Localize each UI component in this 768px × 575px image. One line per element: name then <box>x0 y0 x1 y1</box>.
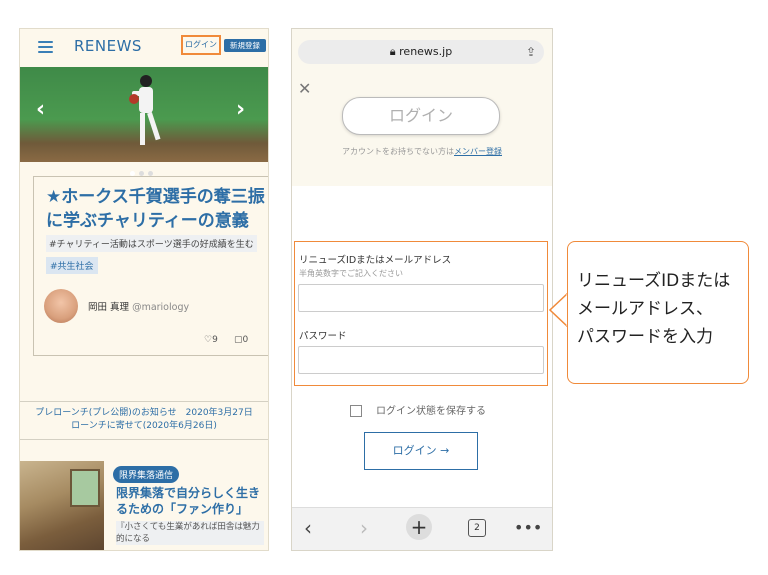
member-register-link[interactable]: メンバー登録 <box>454 147 502 156</box>
featured-article-card[interactable]: ★ホークス千賀選手の奪三振に学ぶチャリティーの意義 #チャリティー活動はスポーツ… <box>33 176 268 356</box>
notice-block[interactable]: プレローンチ(プレ公開)のお知らせ 2020年3月27日 ローンチに寄せて(20… <box>20 407 268 433</box>
article-tag-badge[interactable]: #共生社会 <box>46 257 98 274</box>
account-prompt: アカウントをお持ちでない方はメンバー登録 <box>292 146 552 157</box>
hamburger-menu-icon[interactable] <box>38 41 53 53</box>
author-handle: @mariology <box>132 302 190 313</box>
divider <box>20 439 268 440</box>
remember-checkbox[interactable] <box>350 405 362 417</box>
callout-line-2: メールアドレス、 <box>577 299 713 319</box>
browser-address-bar[interactable]: 🔒︎ renews.jp ⇪ <box>298 40 544 64</box>
comment-bubble-icon: ▢ <box>234 335 243 345</box>
carousel-prev-icon[interactable]: ‹ <box>36 97 45 122</box>
url-display: 🔒︎ renews.jp <box>298 40 544 64</box>
login-title-pill: ログイン <box>342 97 500 135</box>
comment-count-value: 0 <box>242 335 249 345</box>
browser-bottom-toolbar: ‹ › + 2 ••• <box>292 507 552 550</box>
callout-line-1: リニューズIDまたは <box>577 271 731 291</box>
login-submit-button[interactable]: ログイン → <box>364 432 478 470</box>
instruction-callout: リニューズIDまたは メールアドレス、 パスワードを入力 <box>567 241 749 384</box>
baseball-player-image <box>129 75 161 145</box>
notice-line-2[interactable]: ローンチに寄せて(2020年6月26日) <box>20 420 268 433</box>
tabs-count-icon[interactable]: 2 <box>468 519 486 537</box>
credentials-highlight-box: リニューズIDまたはメールアドレス 半角英数字でご記入ください パスワード <box>294 241 548 386</box>
second-article-thumbnail[interactable] <box>20 461 104 550</box>
header-login-link[interactable]: ログイン <box>181 35 221 55</box>
forward-arrow-icon[interactable]: › <box>360 516 368 540</box>
url-text: renews.jp <box>399 45 453 58</box>
password-field-label: パスワード <box>299 331 347 342</box>
article-title[interactable]: ★ホークス千賀選手の奪三振に学ぶチャリティーの意義 <box>46 185 268 233</box>
comment-count[interactable]: ▢0 <box>234 335 248 345</box>
remember-label: ログイン状態を保存する <box>376 406 486 417</box>
author-name: 岡田 真理 <box>88 302 130 313</box>
password-input[interactable] <box>298 346 544 374</box>
id-field-hint: 半角英数字でご記入ください <box>299 269 403 278</box>
like-count-value: 9 <box>212 335 218 345</box>
close-icon[interactable]: ✕ <box>298 79 311 98</box>
header-register-button[interactable]: 新規登録 <box>224 39 266 52</box>
left-phone-screen: RENEWS ログイン 新規登録 ‹ › ★ホークス千賀選手の奪三振に学ぶチャリ… <box>19 28 269 551</box>
site-logo[interactable]: RENEWS <box>74 37 142 55</box>
author-avatar[interactable] <box>44 289 78 323</box>
article-tag-text[interactable]: #チャリティー活動はスポーツ選手の好成績を生む <box>46 235 257 252</box>
callout-line-3: パスワードを入力 <box>577 327 713 347</box>
author-line[interactable]: 岡田 真理 @mariology <box>88 299 189 313</box>
back-arrow-icon[interactable]: ‹ <box>304 516 312 540</box>
more-menu-icon[interactable]: ••• <box>514 518 542 537</box>
share-icon[interactable]: ⇪ <box>526 45 536 59</box>
lock-icon: 🔒︎ <box>389 45 400 58</box>
category-badge[interactable]: 限界集落通信 <box>113 466 180 483</box>
callout-pointer <box>549 291 569 329</box>
hero-carousel-image[interactable]: ‹ › <box>20 67 268 162</box>
callout-text: リニューズIDまたは メールアドレス、 パスワードを入力 <box>577 267 749 351</box>
id-email-input[interactable] <box>298 284 544 312</box>
remember-login-option[interactable]: ログイン状態を保存する <box>350 402 486 417</box>
new-tab-plus-icon[interactable]: + <box>406 514 432 540</box>
like-count[interactable]: ♡9 <box>204 335 218 345</box>
second-article-title[interactable]: 限界集落で自分らしく生きるための「ファン作り」 <box>116 485 266 517</box>
id-field-label: リニューズIDまたはメールアドレス <box>299 255 452 266</box>
heart-icon: ♡ <box>204 335 213 345</box>
second-article-subtitle: 『小さくても生業があれば田舎は魅力的になる <box>116 521 264 545</box>
divider <box>20 401 268 402</box>
right-phone-screen: 🔒︎ renews.jp ⇪ ✕ ログイン アカウントをお持ちでない方はメンバー… <box>291 28 553 551</box>
account-prompt-text: アカウントをお持ちでない方は <box>342 147 454 156</box>
notice-line-1[interactable]: プレローンチ(プレ公開)のお知らせ 2020年3月27日 <box>20 407 268 420</box>
carousel-next-icon[interactable]: › <box>236 97 245 122</box>
